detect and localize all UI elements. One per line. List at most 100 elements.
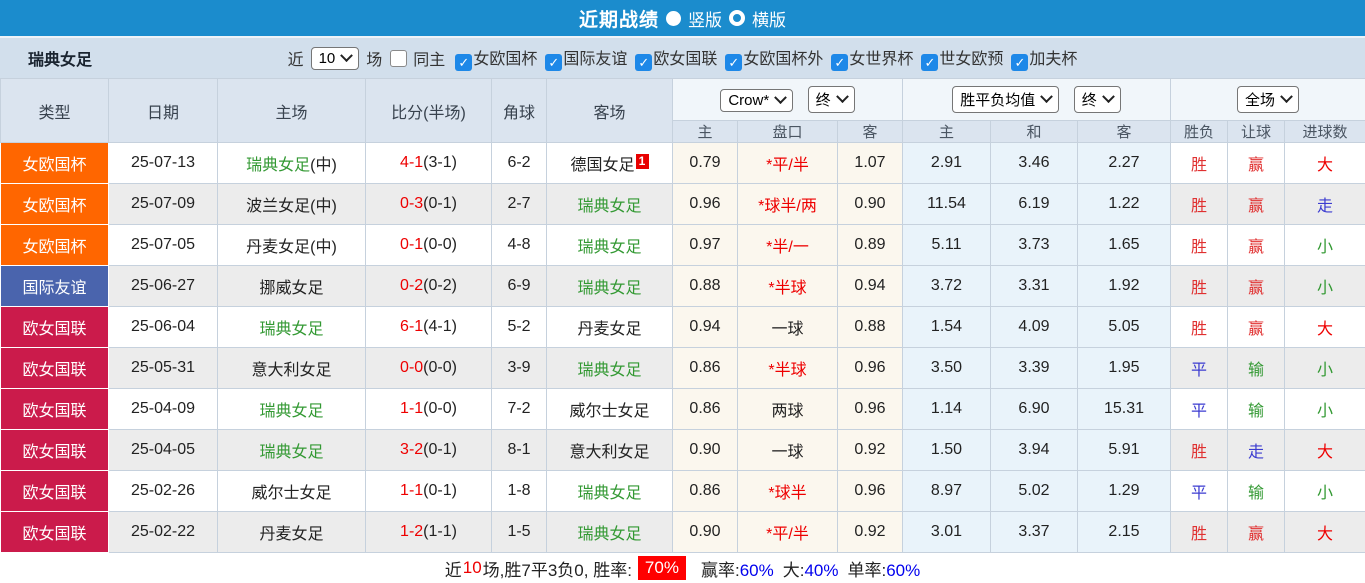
match-date: 25-07-05 bbox=[109, 225, 218, 266]
type-badge[interactable]: 欧女国联 bbox=[1, 307, 109, 348]
away-team-cell: 瑞典女足 bbox=[547, 266, 673, 307]
sub-col-header: 主 bbox=[903, 121, 991, 143]
handicap: *平/半 bbox=[738, 143, 838, 184]
competition-label[interactable]: 欧女国联 bbox=[653, 51, 717, 68]
type-badge[interactable]: 欧女国联 bbox=[1, 471, 109, 512]
half-time-score: (4-1) bbox=[423, 318, 457, 335]
corner-score: 6-9 bbox=[492, 266, 547, 307]
same-home-label[interactable]: 同主 bbox=[413, 46, 445, 70]
home-team[interactable]: 丹麦女足 bbox=[259, 526, 323, 543]
odds-company-select[interactable]: Crow* bbox=[720, 89, 793, 112]
match-count-select[interactable]: 10 bbox=[311, 47, 360, 70]
full-time-score: 3-2 bbox=[400, 441, 423, 458]
same-home-checkbox[interactable] bbox=[390, 50, 407, 67]
full-time-score: 6-1 bbox=[400, 318, 423, 335]
competition-label[interactable]: 女世界杯 bbox=[849, 51, 913, 68]
home-team[interactable]: 威尔士女足 bbox=[251, 485, 331, 502]
sub-col-header: 胜负 bbox=[1171, 121, 1228, 143]
home-team[interactable]: 挪威女足 bbox=[259, 280, 323, 297]
competition-label[interactable]: 世女欧预 bbox=[939, 51, 1003, 68]
away-odds: 0.90 bbox=[838, 184, 903, 225]
competition-checkbox[interactable]: ✓ bbox=[921, 54, 938, 71]
corner-score: 7-2 bbox=[492, 389, 547, 430]
away-team[interactable]: 丹麦女足 bbox=[577, 321, 641, 338]
horizontal-layout-radio[interactable] bbox=[729, 10, 745, 26]
win-rate-badge: 70% bbox=[638, 556, 686, 580]
avg-lose-odds: 2.15 bbox=[1078, 512, 1171, 553]
away-team[interactable]: 威尔士女足 bbox=[569, 403, 649, 420]
home-team[interactable]: 瑞典女足 bbox=[259, 321, 323, 338]
competition-checkbox[interactable]: ✓ bbox=[545, 54, 562, 71]
competition-label[interactable]: 女欧国杯 bbox=[473, 51, 537, 68]
avg-lose-odds: 5.91 bbox=[1078, 430, 1171, 471]
home-team[interactable]: 丹麦女足 bbox=[246, 239, 310, 256]
match-score: 0-2(0-2) bbox=[366, 266, 492, 307]
odds-time-select[interactable]: 终 bbox=[808, 86, 855, 113]
corner-score: 1-8 bbox=[492, 471, 547, 512]
competition-checkbox[interactable]: ✓ bbox=[831, 54, 848, 71]
vertical-layout-label[interactable]: 竖版 bbox=[688, 6, 722, 31]
type-badge[interactable]: 欧女国联 bbox=[1, 389, 109, 430]
half-time-score: (0-0) bbox=[423, 400, 457, 417]
competition-label[interactable]: 女欧国杯外 bbox=[743, 51, 823, 68]
home-team[interactable]: 瑞典女足 bbox=[246, 157, 310, 174]
competition-label[interactable]: 国际友谊 bbox=[563, 51, 627, 68]
neutral-ground-tag: (中) bbox=[310, 239, 337, 256]
footer-stats: 赢率:60%大:40%单率:60% bbox=[692, 556, 920, 581]
home-team[interactable]: 瑞典女足 bbox=[259, 403, 323, 420]
avg-lose-odds: 1.95 bbox=[1078, 348, 1171, 389]
goals-result-cell: 大 bbox=[1285, 512, 1365, 553]
home-odds: 0.94 bbox=[673, 307, 738, 348]
competition-checkbox[interactable]: ✓ bbox=[455, 54, 472, 71]
neutral-ground-tag: (中) bbox=[310, 157, 337, 174]
type-badge[interactable]: 国际友谊 bbox=[1, 266, 109, 307]
type-badge[interactable]: 欧女国联 bbox=[1, 348, 109, 389]
result-cell: 平 bbox=[1171, 348, 1228, 389]
competition-checkbox[interactable]: ✓ bbox=[1011, 54, 1028, 71]
avg-type-select[interactable]: 胜平负均值 bbox=[952, 86, 1059, 113]
competition-label[interactable]: 加夫杯 bbox=[1029, 51, 1077, 68]
away-team[interactable]: 瑞典女足 bbox=[577, 280, 641, 297]
summary-footer: 近 10 场,胜7平3负0, 胜率: 70% 赢率:60%大:40%单率:60% bbox=[0, 553, 1365, 583]
away-team[interactable]: 意大利女足 bbox=[569, 444, 649, 461]
away-team[interactable]: 瑞典女足 bbox=[577, 485, 641, 502]
type-badge[interactable]: 欧女国联 bbox=[1, 512, 109, 553]
home-team-cell: 丹麦女足 bbox=[218, 512, 366, 553]
chevron-down-icon bbox=[1280, 90, 1293, 103]
scope-select[interactable]: 全场 bbox=[1237, 86, 1299, 113]
half-time-score: (0-1) bbox=[423, 195, 457, 212]
type-badge[interactable]: 女欧国杯 bbox=[1, 143, 109, 184]
avg-lose-odds: 5.05 bbox=[1078, 307, 1171, 348]
avg-draw-odds: 3.37 bbox=[991, 512, 1078, 553]
home-team[interactable]: 意大利女足 bbox=[251, 362, 331, 379]
away-team[interactable]: 瑞典女足 bbox=[577, 526, 641, 543]
handicap: *半球 bbox=[738, 266, 838, 307]
away-team-cell: 意大利女足 bbox=[547, 430, 673, 471]
competition-checkbox[interactable]: ✓ bbox=[725, 54, 742, 71]
filter-bar: 瑞典女足 近 10 场 同主 ✓女欧国杯✓国际友谊✓欧女国联✓女欧国杯外✓女世界… bbox=[0, 38, 1365, 78]
col-header-corner: 角球 bbox=[492, 79, 547, 143]
home-team[interactable]: 波兰女足 bbox=[246, 198, 310, 215]
horizontal-layout-label[interactable]: 横版 bbox=[752, 6, 786, 31]
home-team[interactable]: 瑞典女足 bbox=[259, 444, 323, 461]
sub-col-header: 让球 bbox=[1228, 121, 1285, 143]
away-team[interactable]: 瑞典女足 bbox=[577, 239, 641, 256]
title-bar: 近期战绩 竖版 横版 bbox=[0, 0, 1365, 38]
half-time-score: (0-2) bbox=[423, 277, 457, 294]
competition-checkbox[interactable]: ✓ bbox=[635, 54, 652, 71]
away-team[interactable]: 德国女足 bbox=[570, 157, 634, 174]
away-team[interactable]: 瑞典女足 bbox=[577, 198, 641, 215]
home-odds: 0.90 bbox=[673, 430, 738, 471]
away-team[interactable]: 瑞典女足 bbox=[577, 362, 641, 379]
avg-time-select[interactable]: 终 bbox=[1074, 86, 1121, 113]
type-badge[interactable]: 欧女国联 bbox=[1, 430, 109, 471]
avg-lose-odds: 1.65 bbox=[1078, 225, 1171, 266]
full-time-score: 4-1 bbox=[400, 154, 423, 171]
avg-win-odds: 11.54 bbox=[903, 184, 991, 225]
type-badge[interactable]: 女欧国杯 bbox=[1, 225, 109, 266]
handicap-result-cell: 赢 bbox=[1228, 512, 1285, 553]
type-badge[interactable]: 女欧国杯 bbox=[1, 184, 109, 225]
vertical-layout-radio[interactable] bbox=[666, 11, 681, 26]
match-date: 25-06-27 bbox=[109, 266, 218, 307]
handicap: *半球 bbox=[738, 348, 838, 389]
